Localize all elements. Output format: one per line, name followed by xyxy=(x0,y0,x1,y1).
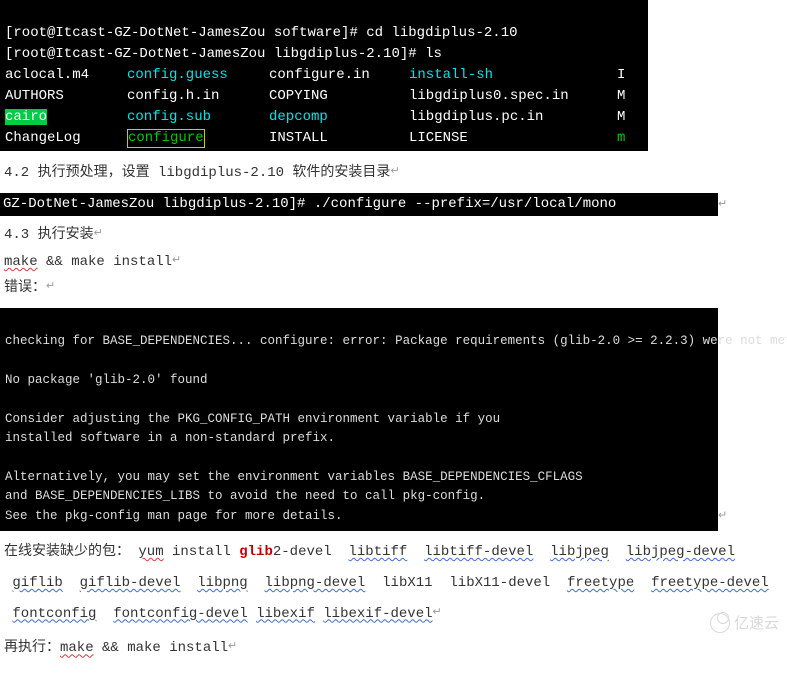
error-line: Consider adjusting the PKG_CONFIG_PATH e… xyxy=(5,412,500,426)
file-highlighted: cairo xyxy=(5,109,47,125)
command-rest: && make install xyxy=(38,254,172,270)
file: INSTALL xyxy=(269,128,409,149)
intro-text: 在线安装缺少的包： xyxy=(4,544,130,560)
file: libgdiplus0.spec.in xyxy=(409,86,617,107)
file: configure.in xyxy=(269,65,409,86)
pkg-item: libexif xyxy=(256,606,315,622)
file: config.guess xyxy=(127,65,269,86)
paragraph-mark-icon: ↵ xyxy=(46,281,55,293)
pkg-libx11d: libX11-devel xyxy=(449,575,550,591)
file: libgdiplus.pc.in xyxy=(409,107,617,128)
rerun-make: make xyxy=(60,640,94,656)
paragraph-mark-icon: ↵ xyxy=(390,166,399,178)
pkg-item: libpng xyxy=(197,575,247,591)
pkg-item: fontconfig xyxy=(12,606,96,622)
paragraph-mark-icon: ↵ xyxy=(228,641,237,653)
file: m xyxy=(617,130,625,146)
pkg-item: libjpeg-devel xyxy=(626,544,735,560)
error-line: Alternatively, you may set the environme… xyxy=(5,470,583,484)
pkg-item: giflib-devel xyxy=(80,575,181,591)
pkg-item: libtiff-devel xyxy=(424,544,533,560)
command-make: make xyxy=(4,254,38,270)
pkg-item: libpng-devel xyxy=(265,575,366,591)
file: LICENSE xyxy=(409,128,617,149)
pkg-glib-b: 2-devel xyxy=(273,544,332,560)
error-line: checking for BASE_DEPENDENCIES... config… xyxy=(5,334,787,348)
pkg-item: fontconfig-devel xyxy=(113,606,247,622)
section-title: 4.2 执行预处理，设置 libgdiplus-2.10 软件的安装目录 xyxy=(4,165,390,181)
terminal-error-output: checking for BASE_DEPENDENCIES... config… xyxy=(0,308,718,531)
file: ChangeLog xyxy=(5,128,127,149)
watermark-text: 亿速云 xyxy=(734,612,779,633)
section-4-2: 4.2 执行预处理，设置 libgdiplus-2.10 软件的安装目录↵ xyxy=(0,154,787,193)
file: config.h.in xyxy=(127,86,269,107)
paragraph-mark-icon: ↵ xyxy=(433,607,442,619)
pkg-item: libtiff xyxy=(348,544,407,560)
file: I xyxy=(617,67,625,83)
file: COPYING xyxy=(269,86,409,107)
pkg-install: install xyxy=(164,544,240,560)
section-4-3: 4.3 执行安装↵ make && make install↵ 错误：↵ xyxy=(0,216,787,308)
pkg-yum: yum xyxy=(138,544,163,560)
file: aclocal.m4 xyxy=(5,65,127,86)
install-packages-paragraph: 在线安装缺少的包： yum install glib2-devel libtif… xyxy=(0,531,787,635)
cloud-icon xyxy=(710,613,730,633)
file: install-sh xyxy=(409,65,617,86)
pkg-item: freetype xyxy=(567,575,634,591)
error-line: installed software in a non-standard pre… xyxy=(5,431,335,445)
paragraph-mark-icon: ↵ xyxy=(94,228,103,240)
command-text: GZ-DotNet-JamesZou libgdiplus-2.10]# ./c… xyxy=(3,196,616,212)
command: cd libgdiplus-2.10 xyxy=(366,25,517,41)
paragraph-mark-icon: ↵ xyxy=(718,510,727,522)
watermark: 亿速云 xyxy=(710,612,779,633)
terminal-configure-command: GZ-DotNet-JamesZou libgdiplus-2.10]# ./c… xyxy=(0,193,718,217)
pkg-item: freetype-devel xyxy=(651,575,769,591)
rerun-line: 再执行：make && make install↵ xyxy=(0,635,787,668)
pkg-libx11: libX11 xyxy=(382,575,432,591)
pkg-item: giflib xyxy=(12,575,62,591)
file: config.sub xyxy=(127,107,269,128)
file: AUTHORS xyxy=(5,86,127,107)
pkg-item: libjpeg xyxy=(550,544,609,560)
pkg-item: libexif-devel xyxy=(323,606,432,622)
error-line: and BASE_DEPENDENCIES_LIBS to avoid the … xyxy=(5,489,485,503)
file: M xyxy=(617,109,625,125)
paragraph-mark-icon: ↵ xyxy=(718,197,727,209)
error-label: 错误： xyxy=(4,280,46,296)
rerun-rest: && make install xyxy=(94,640,228,656)
file: M xyxy=(617,88,625,104)
section-title: 4.3 执行安装 xyxy=(4,227,94,243)
prompt: [root@Itcast-GZ-DotNet-JamesZou software… xyxy=(5,25,366,41)
file-boxed: configure xyxy=(127,129,205,148)
error-line: See the pkg-config man page for more det… xyxy=(5,509,343,523)
terminal-output-ls: [root@Itcast-GZ-DotNet-JamesZou software… xyxy=(0,0,648,151)
command: ls xyxy=(425,46,442,62)
file: depcomp xyxy=(269,107,409,128)
prompt: [root@Itcast-GZ-DotNet-JamesZou libgdipl… xyxy=(5,46,425,62)
rerun-label: 再执行： xyxy=(4,640,60,656)
paragraph-mark-icon: ↵ xyxy=(172,255,181,267)
error-line: No package 'glib-2.0' found xyxy=(5,373,208,387)
pkg-glib-a: glib xyxy=(239,544,273,560)
